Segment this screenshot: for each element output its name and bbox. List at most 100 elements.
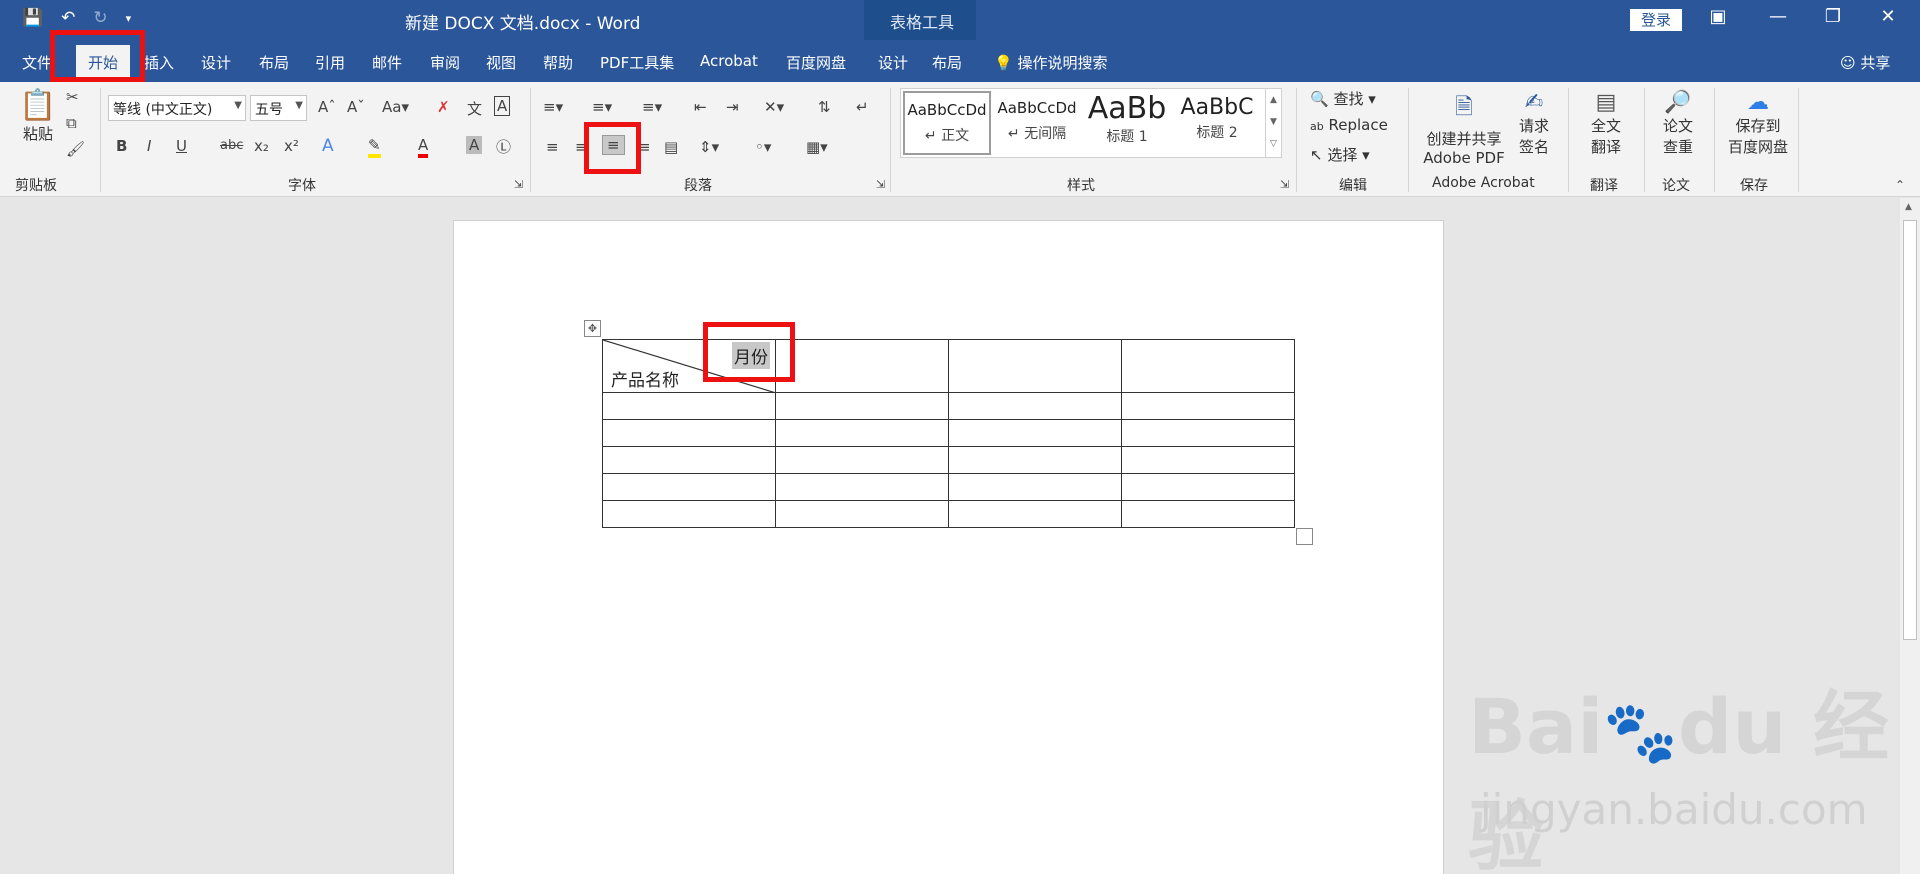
table-cell[interactable] bbox=[948, 419, 1122, 447]
table-cell[interactable] bbox=[1121, 473, 1295, 501]
multilevel-list-icon[interactable]: ≡▾ bbox=[642, 98, 662, 116]
text-effects-icon[interactable]: A bbox=[322, 136, 334, 156]
table-cell[interactable] bbox=[775, 500, 949, 528]
login-button[interactable]: 登录 bbox=[1630, 9, 1682, 31]
bold-icon[interactable]: B bbox=[116, 137, 127, 155]
full-translate-button[interactable]: ▤ 全文 翻译 bbox=[1586, 90, 1626, 157]
table-cell[interactable] bbox=[602, 473, 776, 501]
scroll-up-icon[interactable]: ▲ bbox=[1905, 202, 1912, 212]
tab-review[interactable]: 审阅 bbox=[430, 52, 460, 73]
underline-icon[interactable]: U bbox=[176, 137, 187, 155]
style-heading-2[interactable]: AaBbC 标题 2 bbox=[1173, 91, 1261, 155]
table-cell[interactable] bbox=[948, 392, 1122, 420]
font-color-icon[interactable]: A bbox=[418, 136, 429, 158]
clear-formatting-icon[interactable]: ✗ bbox=[437, 98, 450, 116]
paste-button[interactable]: 📋 粘贴 bbox=[18, 88, 58, 144]
italic-icon[interactable]: I bbox=[147, 137, 151, 155]
superscript-icon[interactable]: x² bbox=[284, 137, 299, 155]
redo-icon[interactable]: ↻ bbox=[93, 8, 107, 28]
font-name-combo[interactable]: 等线 (中文正文) ▼ bbox=[108, 95, 246, 121]
highlight-color-icon[interactable]: ✎ bbox=[368, 136, 381, 158]
dialog-launcher-icon[interactable]: ⇲ bbox=[1280, 178, 1289, 191]
create-share-pdf-button[interactable]: 🗎 创建并共享 Adobe PDF bbox=[1420, 90, 1508, 167]
tab-table-design[interactable]: 设计 bbox=[878, 52, 908, 73]
shrink-font-icon[interactable]: Aˇ bbox=[347, 98, 365, 116]
tell-me-search[interactable]: 💡 操作说明搜索 bbox=[994, 52, 1107, 73]
scroll-thumb[interactable] bbox=[1903, 220, 1917, 640]
share-button[interactable]: ☺ 共享 bbox=[1840, 52, 1890, 73]
sort-icon[interactable]: ⇅ bbox=[818, 98, 831, 116]
minimize-icon[interactable]: — bbox=[1763, 6, 1793, 27]
tab-baidu-netdisk[interactable]: 百度网盘 bbox=[786, 52, 846, 73]
tab-view[interactable]: 视图 bbox=[486, 52, 516, 73]
style-no-spacing[interactable]: AaBbCcDd ↵ 无间隔 bbox=[993, 91, 1081, 155]
table-cell[interactable] bbox=[775, 473, 949, 501]
table-move-handle-icon[interactable]: ✥ bbox=[584, 320, 601, 337]
dialog-launcher-icon[interactable]: ⇲ bbox=[876, 178, 885, 191]
tab-help[interactable]: 帮助 bbox=[543, 52, 573, 73]
find-button[interactable]: 🔍 查找 ▾ bbox=[1310, 88, 1376, 109]
table-resize-handle[interactable] bbox=[1296, 528, 1313, 545]
request-signature-button[interactable]: ✍ 请求 签名 bbox=[1514, 90, 1554, 157]
numbering-icon[interactable]: ≡▾ bbox=[592, 98, 612, 116]
tab-file[interactable]: 文件 bbox=[22, 52, 52, 73]
decrease-indent-icon[interactable]: ⇤ bbox=[694, 98, 707, 116]
table-cell[interactable] bbox=[1121, 419, 1295, 447]
collapse-ribbon-icon[interactable]: ⌃ bbox=[1895, 178, 1905, 192]
restore-icon[interactable]: ❐ bbox=[1818, 6, 1848, 27]
table-cell[interactable] bbox=[948, 446, 1122, 474]
document-page[interactable] bbox=[453, 220, 1444, 874]
copy-icon[interactable]: ⧉ bbox=[66, 114, 77, 132]
save-icon[interactable]: 💾 bbox=[22, 8, 43, 28]
ribbon-display-options-icon[interactable]: ▣ bbox=[1703, 6, 1733, 27]
line-spacing-icon[interactable]: ⇕▾ bbox=[699, 138, 719, 156]
replace-button[interactable]: ab Replace bbox=[1310, 116, 1388, 134]
tab-acrobat[interactable]: Acrobat bbox=[700, 52, 758, 70]
save-to-netdisk-button[interactable]: ☁ 保存到 百度网盘 bbox=[1724, 90, 1792, 157]
tab-references[interactable]: 引用 bbox=[315, 52, 345, 73]
tab-table-layout[interactable]: 布局 bbox=[932, 52, 962, 73]
bullets-icon[interactable]: ≡▾ bbox=[543, 98, 563, 116]
shading-icon[interactable]: ◦▾ bbox=[755, 138, 771, 156]
table-cell[interactable] bbox=[775, 419, 949, 447]
align-left-icon[interactable]: ≡ bbox=[546, 138, 559, 156]
tab-pdf-tools[interactable]: PDF工具集 bbox=[600, 52, 674, 73]
table-cell[interactable] bbox=[602, 419, 776, 447]
style-heading-1[interactable]: AaBb 标题 1 bbox=[1083, 91, 1171, 155]
customize-qat-icon[interactable]: ▾ bbox=[126, 12, 132, 25]
grow-font-icon[interactable]: Aˆ bbox=[318, 98, 336, 116]
cut-icon[interactable]: ✂ bbox=[66, 88, 79, 106]
chinese-layout-icon[interactable]: ✕▾ bbox=[764, 98, 784, 116]
select-button[interactable]: ↖ 选择 ▾ bbox=[1310, 144, 1370, 165]
character-shading-icon[interactable]: A bbox=[466, 136, 483, 154]
table-cell[interactable] bbox=[1121, 339, 1295, 393]
close-icon[interactable]: ✕ bbox=[1873, 6, 1903, 27]
font-size-combo[interactable]: 五号 ▼ bbox=[250, 95, 307, 121]
format-painter-icon[interactable]: 🖌 bbox=[66, 140, 85, 158]
table-cell[interactable] bbox=[948, 473, 1122, 501]
character-border-icon[interactable]: A bbox=[494, 96, 511, 116]
borders-icon[interactable]: ▦▾ bbox=[806, 138, 828, 156]
tab-design[interactable]: 设计 bbox=[201, 52, 231, 73]
table-cell[interactable] bbox=[1121, 446, 1295, 474]
tab-mailings[interactable]: 邮件 bbox=[372, 52, 402, 73]
dialog-launcher-icon[interactable]: ⇲ bbox=[514, 178, 523, 191]
table-cell[interactable] bbox=[948, 339, 1122, 393]
thesis-check-button[interactable]: 🔎 论文 查重 bbox=[1658, 90, 1698, 157]
table-cell[interactable] bbox=[775, 339, 949, 393]
tab-insert[interactable]: 插入 bbox=[144, 52, 174, 73]
table-cell[interactable] bbox=[1121, 500, 1295, 528]
strikethrough-icon[interactable]: abc bbox=[220, 138, 243, 153]
table-cell[interactable] bbox=[948, 500, 1122, 528]
table-cell[interactable] bbox=[1121, 392, 1295, 420]
change-case-icon[interactable]: Aa▾ bbox=[382, 98, 409, 116]
show-marks-icon[interactable]: ↵ bbox=[856, 98, 869, 116]
increase-indent-icon[interactable]: ⇥ bbox=[726, 98, 739, 116]
tab-layout[interactable]: 布局 bbox=[259, 52, 289, 73]
style-normal[interactable]: AaBbCcDd ↵ 正文 bbox=[903, 91, 991, 155]
enclose-characters-icon[interactable]: Ⓛ bbox=[496, 136, 511, 157]
table-cell[interactable] bbox=[602, 446, 776, 474]
gallery-scroll[interactable]: ▲ ▼ ▽ bbox=[1265, 89, 1281, 157]
subscript-icon[interactable]: x₂ bbox=[254, 137, 269, 155]
table-cell[interactable] bbox=[775, 446, 949, 474]
